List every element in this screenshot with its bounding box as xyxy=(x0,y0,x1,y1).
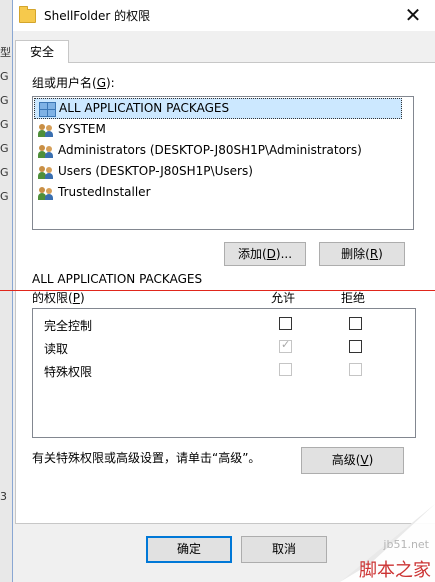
user-name: Administrators (DESKTOP-J80SH1P\Administ… xyxy=(58,143,362,157)
background-text: G xyxy=(0,142,9,155)
background-text: 型 xyxy=(0,46,11,59)
permission-name: 读取 xyxy=(44,342,69,356)
list-item[interactable]: ALL APPLICATION PACKAGES xyxy=(34,98,402,119)
users-icon xyxy=(38,144,54,158)
background-text: 3 xyxy=(0,490,7,503)
permission-name: 特殊权限 xyxy=(44,365,93,379)
watermark-url: jb51.net xyxy=(383,538,429,551)
advanced-hint: 有关特殊权限或高级设置，请单击“高级”。 xyxy=(32,451,261,465)
permissions-dialog: ShellFolder 的权限 ✕ 安全 组或用户名(G): ALL APPLI… xyxy=(12,0,435,582)
background-text: G xyxy=(0,94,9,107)
background-text: G xyxy=(0,190,9,203)
group-users-label: 组或用户名(G): xyxy=(32,76,115,90)
advanced-button[interactable]: 高级(V) xyxy=(301,447,404,474)
remove-button[interactable]: 删除(R) xyxy=(319,242,405,266)
background-text: G xyxy=(0,166,9,179)
users-listbox[interactable]: ALL APPLICATION PACKAGES SYSTEM Administ… xyxy=(32,96,414,230)
users-icon xyxy=(38,186,54,200)
deny-checkbox-special[interactable] xyxy=(349,363,362,376)
watermark: jb51.net 脚本之家 xyxy=(300,504,435,582)
permissions-heading: ALL APPLICATION PACKAGES xyxy=(32,272,203,286)
user-name: SYSTEM xyxy=(58,122,106,136)
app-packages-icon xyxy=(39,101,56,117)
list-item[interactable]: Users (DESKTOP-J80SH1P\Users) xyxy=(34,161,402,182)
permissions-label: 的权限(P) xyxy=(32,291,85,305)
tab-security[interactable]: 安全 xyxy=(15,40,69,63)
window-title: ShellFolder 的权限 xyxy=(44,9,151,23)
list-item[interactable]: TrustedInstaller xyxy=(34,182,402,203)
deny-column-header: 拒绝 xyxy=(341,291,366,305)
annotation-line xyxy=(0,290,435,291)
checkmark-icon: ✓ xyxy=(281,338,291,351)
allow-checkbox-special[interactable] xyxy=(279,363,292,376)
background-text: G xyxy=(0,70,9,83)
allow-checkbox-read[interactable]: ✓ xyxy=(279,338,292,353)
user-name: Users (DESKTOP-J80SH1P\Users) xyxy=(58,164,253,178)
users-icon xyxy=(38,123,54,137)
user-name: TrustedInstaller xyxy=(58,185,151,199)
folder-icon xyxy=(19,5,36,23)
title-bar: ShellFolder 的权限 ✕ xyxy=(13,0,435,31)
list-item[interactable]: Administrators (DESKTOP-J80SH1P\Administ… xyxy=(34,140,402,161)
watermark-text: 脚本之家 xyxy=(359,560,431,581)
allow-checkbox-full-control[interactable] xyxy=(279,317,292,330)
deny-checkbox-full-control[interactable] xyxy=(349,317,362,330)
close-button[interactable]: ✕ xyxy=(402,4,424,26)
permission-name: 完全控制 xyxy=(44,319,93,333)
add-button[interactable]: 添加(D)... xyxy=(224,242,306,266)
allow-column-header: 允许 xyxy=(271,291,296,305)
ok-button[interactable]: 确定 xyxy=(146,536,232,563)
users-icon xyxy=(38,165,54,179)
user-name: ALL APPLICATION PACKAGES xyxy=(59,101,230,115)
deny-checkbox-read[interactable] xyxy=(349,340,362,353)
list-item[interactable]: SYSTEM xyxy=(34,119,402,140)
background-text: G xyxy=(0,118,9,131)
